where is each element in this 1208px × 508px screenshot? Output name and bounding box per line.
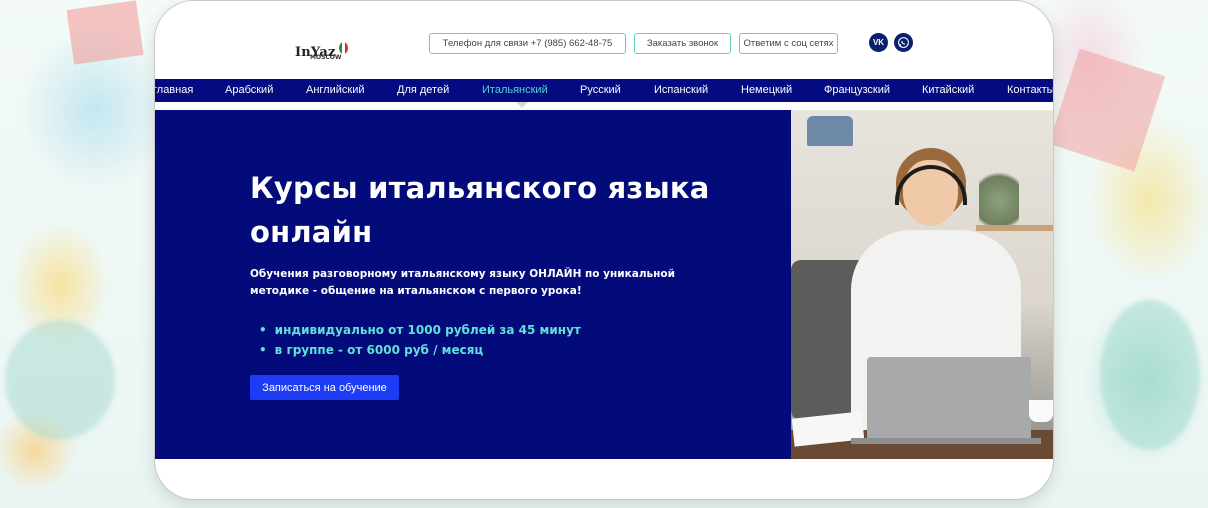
- price-list: индивидуально от 1000 рублей за 45 минут…: [259, 320, 581, 360]
- nav-item-german[interactable]: Немецкий: [741, 79, 792, 102]
- enroll-button[interactable]: Записаться на обучение: [250, 375, 399, 400]
- vk-icon[interactable]: VK: [869, 33, 888, 52]
- decor-leaf-left: [5, 320, 115, 440]
- site-logo[interactable]: InYaz MOSCOW: [295, 41, 348, 61]
- hero-photo-student: [791, 110, 1053, 459]
- callback-button[interactable]: Заказать звонок: [634, 33, 731, 54]
- nav-item-french[interactable]: Французский: [824, 79, 890, 102]
- nav-item-english[interactable]: Английский: [306, 79, 365, 102]
- nav-item-home[interactable]: главная: [155, 79, 193, 102]
- cup-icon: [1029, 400, 1053, 422]
- phone-button[interactable]: Телефон для связи +7 (985) 662-48-75: [429, 33, 626, 54]
- italian-flag-icon: [339, 42, 348, 54]
- nav-item-kids[interactable]: Для детей: [397, 79, 449, 102]
- vk-icon-glyph: VK: [872, 38, 885, 47]
- hero-title: Курсы итальянского языка онлайн: [250, 171, 710, 249]
- nav-item-arabic[interactable]: Арабский: [225, 79, 273, 102]
- nav-item-chinese[interactable]: Китайский: [922, 79, 974, 102]
- photo-lamp: [807, 116, 853, 146]
- nav-item-italian[interactable]: Итальянский: [482, 79, 548, 102]
- logo-city-text: MOSCOW: [310, 54, 342, 61]
- photo-shelf: [976, 225, 1053, 231]
- decor-paper-right: [1048, 48, 1166, 172]
- browser-page-frame: InYaz MOSCOW Телефон для связи +7 (985) …: [154, 0, 1054, 500]
- nav-item-spanish[interactable]: Испанский: [654, 79, 708, 102]
- whatsapp-glyph: [898, 37, 909, 48]
- price-item-group: в группе - от 6000 руб / месяц: [259, 340, 581, 360]
- price-item-individual: индивидуально от 1000 рублей за 45 минут: [259, 320, 581, 340]
- decor-leaf-right: [1100, 300, 1200, 450]
- whatsapp-icon[interactable]: [894, 33, 913, 52]
- photo-plant: [979, 165, 1019, 225]
- nav-item-russian[interactable]: Русский: [580, 79, 621, 102]
- laptop-icon: [867, 357, 1031, 441]
- active-nav-caret-icon: [516, 102, 528, 108]
- site-header: InYaz MOSCOW Телефон для связи +7 (985) …: [155, 1, 1053, 79]
- social-reply-button[interactable]: Ответим с соц сетях: [739, 33, 838, 54]
- hero-subtitle: Обучения разговорному итальянскому языку…: [250, 268, 675, 297]
- decor-paper-left: [66, 0, 144, 65]
- nav-item-contacts[interactable]: Контакты: [1007, 79, 1053, 102]
- main-nav: главная Арабский Английский Для детей Ит…: [155, 79, 1053, 102]
- photo-laptop-base: [851, 438, 1041, 444]
- hero-section: Курсы итальянского языка онлайн Обучения…: [155, 110, 791, 459]
